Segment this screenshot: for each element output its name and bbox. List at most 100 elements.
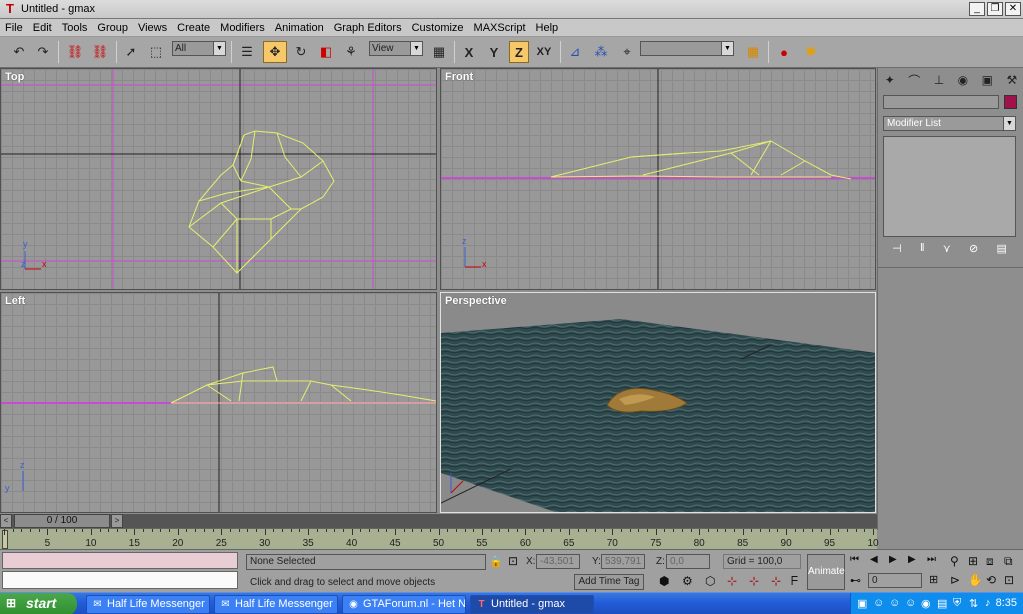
reference-coordinate-dropdown[interactable]: View ▼ bbox=[369, 41, 423, 56]
taskbar-item-gmax[interactable]: T Untitled - gmax bbox=[470, 595, 594, 614]
tray-app-icon[interactable]: ▤ bbox=[937, 597, 947, 610]
zoom-all-icon[interactable]: ⊞ bbox=[968, 554, 978, 568]
utilities-tab-icon[interactable]: ⚒ bbox=[1006, 73, 1017, 87]
array-icon[interactable]: ⁂ bbox=[590, 41, 612, 63]
viewport-label-top[interactable]: Top bbox=[5, 71, 24, 83]
menu-group[interactable]: Group bbox=[92, 22, 133, 34]
antivirus-icon[interactable]: ◉ bbox=[921, 597, 931, 610]
time-slider[interactable]: < 0 / 100 > bbox=[0, 514, 877, 528]
pan-hand-icon[interactable]: ✋ bbox=[968, 573, 983, 587]
motion-tab-icon[interactable]: ◉ bbox=[958, 73, 968, 87]
select-and-manipulate-icon[interactable]: ⚘ bbox=[340, 41, 362, 63]
y-coord-field[interactable]: 539,791 bbox=[601, 554, 645, 569]
material-editor-icon[interactable]: ▦ bbox=[742, 41, 764, 63]
configure-sets-icon[interactable]: ▤ bbox=[996, 242, 1006, 258]
menu-file[interactable]: File bbox=[0, 22, 28, 34]
z-coord-field[interactable]: 0,0 bbox=[666, 554, 710, 569]
align-icon[interactable]: ⌖ bbox=[616, 41, 638, 63]
messenger-tray-icon[interactable]: ☺ bbox=[873, 597, 884, 609]
menu-graph-editors[interactable]: Graph Editors bbox=[329, 22, 407, 34]
time-configuration-icon[interactable]: ⊞ bbox=[929, 573, 938, 586]
close-button[interactable]: ✕ bbox=[1005, 2, 1021, 16]
zoom-extents-all-icon[interactable]: ⧉ bbox=[1004, 554, 1013, 569]
snap-toggle-icon[interactable]: ⬢ bbox=[659, 574, 669, 588]
restrict-z-button[interactable]: Z bbox=[509, 41, 529, 63]
track-bar[interactable]: 5 10 15 20 25 30 35 40 45 50 55 60 65 70 75 80 85 90 95 10 bbox=[0, 528, 879, 549]
restrict-x-button[interactable]: X bbox=[459, 41, 479, 63]
mirror-icon[interactable]: ⊿ bbox=[565, 41, 585, 63]
remove-modifier-icon[interactable]: ⊘ bbox=[969, 242, 978, 258]
volume-icon[interactable]: ♪ bbox=[985, 597, 991, 609]
security-shield-icon[interactable]: ⛨ bbox=[953, 597, 961, 610]
start-button[interactable]: ⊞ start bbox=[0, 593, 77, 614]
time-prev-icon[interactable]: < bbox=[0, 514, 12, 528]
select-and-scale-icon[interactable]: ◧ bbox=[316, 41, 336, 63]
lock-selection-icon[interactable]: 🔒 bbox=[489, 555, 503, 568]
menu-create[interactable]: Create bbox=[172, 22, 215, 34]
key-filter-icon[interactable]: ᖴ bbox=[791, 574, 798, 589]
select-object-icon[interactable]: ➚ bbox=[121, 41, 141, 63]
previous-frame-icon[interactable]: ◀ bbox=[870, 554, 878, 565]
redo-icon[interactable]: ↷ bbox=[32, 41, 54, 63]
hierarchy-tab-icon[interactable]: ⊥ bbox=[934, 73, 944, 87]
mirror-snap-icon[interactable]: ⊹ bbox=[771, 574, 781, 588]
rectangular-selection-icon[interactable]: ⬚ bbox=[145, 41, 167, 63]
angle-snap-icon[interactable]: ⚙ bbox=[682, 574, 693, 588]
minimize-button[interactable]: _ bbox=[969, 2, 985, 16]
create-tab-icon[interactable]: ✦ bbox=[885, 73, 895, 87]
arc-rotate-icon[interactable]: ⟲ bbox=[986, 573, 996, 587]
display-tab-icon[interactable]: ▣ bbox=[982, 73, 993, 87]
key-mode-icon[interactable]: ⊷ bbox=[850, 574, 861, 587]
messenger-tray-icon[interactable]: ☺ bbox=[905, 597, 916, 609]
unlink-selection-icon[interactable]: ⛓ bbox=[89, 41, 111, 63]
time-next-icon[interactable]: > bbox=[111, 514, 123, 528]
menu-modifiers[interactable]: Modifiers bbox=[215, 22, 270, 34]
render-scene-icon[interactable]: ● bbox=[773, 41, 795, 63]
menu-maxscript[interactable]: MAXScript bbox=[469, 22, 531, 34]
x-coord-field[interactable]: -43,501 bbox=[536, 554, 580, 569]
absolute-mode-icon[interactable]: ⊡ bbox=[508, 554, 518, 568]
maxscript-listener-mini[interactable] bbox=[2, 552, 238, 569]
maximize-button[interactable]: ❐ bbox=[987, 2, 1003, 16]
current-frame-marker[interactable] bbox=[2, 530, 8, 549]
object-name-field[interactable] bbox=[883, 95, 999, 109]
pin-stack-icon[interactable]: ⊣ bbox=[892, 242, 902, 258]
time-slider-thumb[interactable]: 0 / 100 bbox=[14, 514, 110, 528]
current-frame-field[interactable]: 0 bbox=[868, 573, 922, 588]
network-icon[interactable]: ⇅ bbox=[969, 597, 978, 610]
viewport-label-front[interactable]: Front bbox=[445, 71, 473, 83]
pivot-point-icon[interactable]: ▦ bbox=[428, 41, 450, 63]
viewport-left[interactable]: Left z y bbox=[0, 292, 437, 513]
add-time-tag-button[interactable]: Add Time Tag bbox=[574, 574, 644, 590]
selection-filter-dropdown[interactable]: All ▼ bbox=[172, 41, 226, 56]
select-and-move-icon[interactable]: ✥ bbox=[263, 41, 287, 63]
field-of-view-icon[interactable]: ⊳ bbox=[950, 573, 960, 587]
zoom-icon[interactable]: ⚲ bbox=[950, 554, 959, 568]
zoom-extents-icon[interactable]: ⧈ bbox=[986, 554, 994, 569]
taskbar-item-messenger-2[interactable]: ✉ Half Life Messenger bbox=[214, 595, 338, 614]
viewport-top[interactable]: Top y z x bbox=[0, 68, 437, 290]
modifier-list-dropdown[interactable]: Modifier List ▼ bbox=[883, 116, 1016, 131]
play-icon[interactable]: ▶ bbox=[889, 554, 897, 565]
select-and-link-icon[interactable]: ⛓ bbox=[64, 41, 86, 63]
menu-views[interactable]: Views bbox=[133, 22, 172, 34]
viewport-perspective[interactable]: Perspective bbox=[440, 292, 876, 513]
quick-render-icon[interactable]: ✺ bbox=[800, 41, 822, 63]
modify-tab-icon[interactable]: ⌒ bbox=[908, 72, 920, 89]
edit-named-sets-icon[interactable]: ⊹ bbox=[749, 574, 759, 588]
menu-edit[interactable]: Edit bbox=[28, 22, 57, 34]
show-end-result-icon[interactable]: ‖ bbox=[920, 242, 925, 258]
animate-button[interactable]: Animate bbox=[807, 554, 845, 590]
menu-help[interactable]: Help bbox=[531, 22, 564, 34]
maxscript-input[interactable] bbox=[2, 571, 238, 589]
undo-icon[interactable]: ↶ bbox=[8, 41, 30, 63]
percent-snap-icon[interactable]: ⬡ bbox=[705, 574, 715, 588]
messenger-tray-icon[interactable]: ☺ bbox=[889, 597, 900, 609]
restrict-xy-button[interactable]: XY bbox=[533, 41, 555, 63]
menu-customize[interactable]: Customize bbox=[407, 22, 469, 34]
select-and-rotate-icon[interactable]: ↻ bbox=[290, 41, 312, 63]
maximize-viewport-icon[interactable]: ⊡ bbox=[1004, 573, 1014, 587]
menu-animation[interactable]: Animation bbox=[270, 22, 329, 34]
select-by-name-icon[interactable]: ☰ bbox=[236, 41, 258, 63]
taskbar-item-messenger-1[interactable]: ✉ Half Life Messenger bbox=[86, 595, 210, 614]
